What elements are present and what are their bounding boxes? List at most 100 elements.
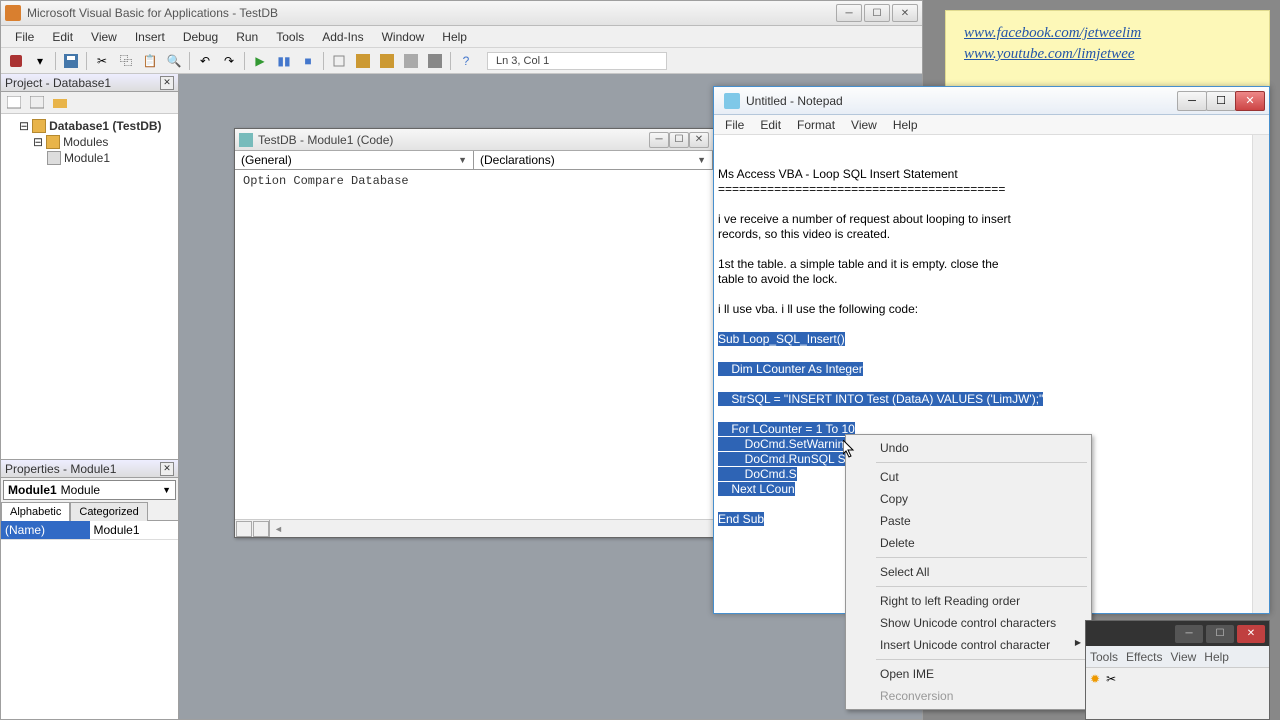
full-module-view-icon[interactable] — [253, 521, 269, 537]
np-menu-help[interactable]: Help — [886, 117, 925, 133]
cm-undo[interactable]: Undo — [848, 437, 1089, 459]
np-menu-edit[interactable]: Edit — [753, 117, 788, 133]
maximize-button[interactable]: ☐ — [864, 4, 890, 22]
notepad-titlebar[interactable]: Untitled - Notepad ─ ☐ ✕ — [714, 87, 1269, 115]
tb-dropdown-icon[interactable]: ▾ — [29, 50, 51, 72]
pw-menu-help[interactable]: Help — [1204, 650, 1229, 664]
left-panels: Project - Database1 ✕ ⊟ Database1 (TestD… — [1, 74, 179, 719]
properties-grid[interactable]: (Name) Module1 — [1, 521, 178, 719]
project-panel-header[interactable]: Project - Database1 ✕ — [1, 74, 178, 92]
pw-menu-tools[interactable]: Tools — [1090, 650, 1118, 664]
menu-edit[interactable]: Edit — [44, 28, 81, 46]
menu-addins[interactable]: Add-Ins — [314, 28, 371, 46]
tb-paste-icon[interactable]: 📋 — [139, 50, 161, 72]
tb-break-icon[interactable]: ▮▮ — [273, 50, 295, 72]
sticky-link-fb[interactable]: www.facebook.com/jetweelim — [964, 25, 1251, 42]
tb-reset-icon[interactable]: ■ — [297, 50, 319, 72]
menu-window[interactable]: Window — [374, 28, 433, 46]
tb-toolbox-icon[interactable] — [424, 50, 446, 72]
project-tree[interactable]: ⊟ Database1 (TestDB) ⊟ Modules Module1 — [1, 114, 178, 459]
cm-cut[interactable]: Cut — [848, 466, 1089, 488]
np-menu-file[interactable]: File — [718, 117, 751, 133]
tb-properties-icon[interactable] — [376, 50, 398, 72]
tb-find-icon[interactable]: 🔍 — [163, 50, 185, 72]
menu-run[interactable]: Run — [228, 28, 266, 46]
cm-select-all[interactable]: Select All — [848, 561, 1089, 583]
tb-project-icon[interactable] — [352, 50, 374, 72]
pw-gear-icon[interactable]: ✹ — [1090, 672, 1100, 686]
partial-titlebar[interactable]: ─ ☐ ✕ — [1086, 621, 1269, 646]
code-close-button[interactable]: ✕ — [689, 132, 709, 148]
prop-name-value[interactable]: Module1 — [90, 521, 179, 539]
tab-categorized[interactable]: Categorized — [70, 502, 147, 521]
vba-titlebar[interactable]: Microsoft Visual Basic for Applications … — [1, 1, 922, 26]
code-editor[interactable]: Option Compare Database — [235, 170, 713, 519]
pw-menu-view[interactable]: View — [1170, 650, 1196, 664]
close-button[interactable]: ✕ — [892, 4, 918, 22]
menu-help[interactable]: Help — [434, 28, 475, 46]
pw-close-button[interactable]: ✕ — [1237, 625, 1265, 643]
tb-redo-icon[interactable]: ↷ — [218, 50, 240, 72]
tab-alphabetic[interactable]: Alphabetic — [1, 502, 70, 521]
tb-design-icon[interactable] — [328, 50, 350, 72]
cm-reconversion: Reconversion — [848, 685, 1089, 707]
cm-open-ime[interactable]: Open IME — [848, 663, 1089, 685]
properties-panel-header[interactable]: Properties - Module1 ✕ — [1, 460, 178, 478]
cm-paste[interactable]: Paste — [848, 510, 1089, 532]
procedure-view-icon[interactable] — [236, 521, 252, 537]
np-maximize-button[interactable]: ☐ — [1206, 91, 1236, 111]
menu-file[interactable]: File — [7, 28, 42, 46]
tb-object-icon[interactable] — [400, 50, 422, 72]
code-maximize-button[interactable]: ☐ — [669, 132, 689, 148]
code-window-titlebar[interactable]: TestDB - Module1 (Code) ─ ☐ ✕ — [235, 129, 713, 151]
properties-panel: Properties - Module1 ✕ Module1 Module ▼ … — [1, 459, 178, 719]
tb-access-icon[interactable] — [5, 50, 27, 72]
np-menu-format[interactable]: Format — [790, 117, 842, 133]
tree-database[interactable]: ⊟ Database1 (TestDB) — [5, 118, 174, 134]
menu-debug[interactable]: Debug — [175, 28, 226, 46]
notepad-title: Untitled - Notepad — [746, 94, 1178, 108]
partial-menubar: Tools Effects View Help — [1086, 646, 1269, 668]
minimize-button[interactable]: ─ — [836, 4, 862, 22]
pw-menu-effects[interactable]: Effects — [1126, 650, 1162, 664]
tb-save-icon[interactable] — [60, 50, 82, 72]
menu-view[interactable]: View — [83, 28, 125, 46]
vba-toolbar: ▾ ✂ ⿻ 📋 🔍 ↶ ↷ ▶ ▮▮ ■ ? Ln 3, Col 1 — [1, 48, 922, 74]
code-window: TestDB - Module1 (Code) ─ ☐ ✕ (General)▼… — [234, 128, 714, 538]
code-window-footer: ◄ — [235, 519, 713, 537]
properties-panel-close-icon[interactable]: ✕ — [160, 462, 174, 476]
menu-insert[interactable]: Insert — [127, 28, 173, 46]
cm-rtl[interactable]: Right to left Reading order — [848, 590, 1089, 612]
folder-icon[interactable] — [50, 93, 70, 112]
np-minimize-button[interactable]: ─ — [1177, 91, 1207, 111]
vba-menubar: File Edit View Insert Debug Run Tools Ad… — [1, 26, 922, 48]
tb-copy-icon[interactable]: ⿻ — [115, 50, 137, 72]
pw-maximize-button[interactable]: ☐ — [1206, 625, 1234, 643]
code-object-selector[interactable]: (General)▼ — [235, 151, 474, 169]
view-code-icon[interactable] — [4, 93, 24, 112]
cm-delete[interactable]: Delete — [848, 532, 1089, 554]
menu-tools[interactable]: Tools — [268, 28, 312, 46]
partial-toolbar: ✹ ✂ — [1086, 668, 1269, 690]
sticky-link-yt[interactable]: www.youtube.com/limjetwee — [964, 46, 1251, 63]
properties-object-selector[interactable]: Module1 Module ▼ — [3, 480, 176, 500]
code-minimize-button[interactable]: ─ — [649, 132, 669, 148]
cm-insert-unicode[interactable]: Insert Unicode control character — [848, 634, 1089, 656]
project-panel-toolbar — [1, 92, 178, 114]
tb-cut-icon[interactable]: ✂ — [91, 50, 113, 72]
pw-minimize-button[interactable]: ─ — [1175, 625, 1203, 643]
np-close-button[interactable]: ✕ — [1235, 91, 1265, 111]
pw-tool-icon[interactable]: ✂ — [1106, 672, 1116, 686]
tree-module1[interactable]: Module1 — [5, 150, 174, 166]
cm-show-unicode[interactable]: Show Unicode control characters — [848, 612, 1089, 634]
tb-run-icon[interactable]: ▶ — [249, 50, 271, 72]
notepad-scrollbar[interactable] — [1252, 135, 1269, 613]
view-object-icon[interactable] — [27, 93, 47, 112]
np-menu-view[interactable]: View — [844, 117, 884, 133]
tree-modules-folder[interactable]: ⊟ Modules — [5, 134, 174, 150]
project-panel-close-icon[interactable]: ✕ — [160, 76, 174, 90]
cm-copy[interactable]: Copy — [848, 488, 1089, 510]
tb-undo-icon[interactable]: ↶ — [194, 50, 216, 72]
tb-help-icon[interactable]: ? — [455, 50, 477, 72]
code-procedure-selector[interactable]: (Declarations)▼ — [474, 151, 713, 169]
